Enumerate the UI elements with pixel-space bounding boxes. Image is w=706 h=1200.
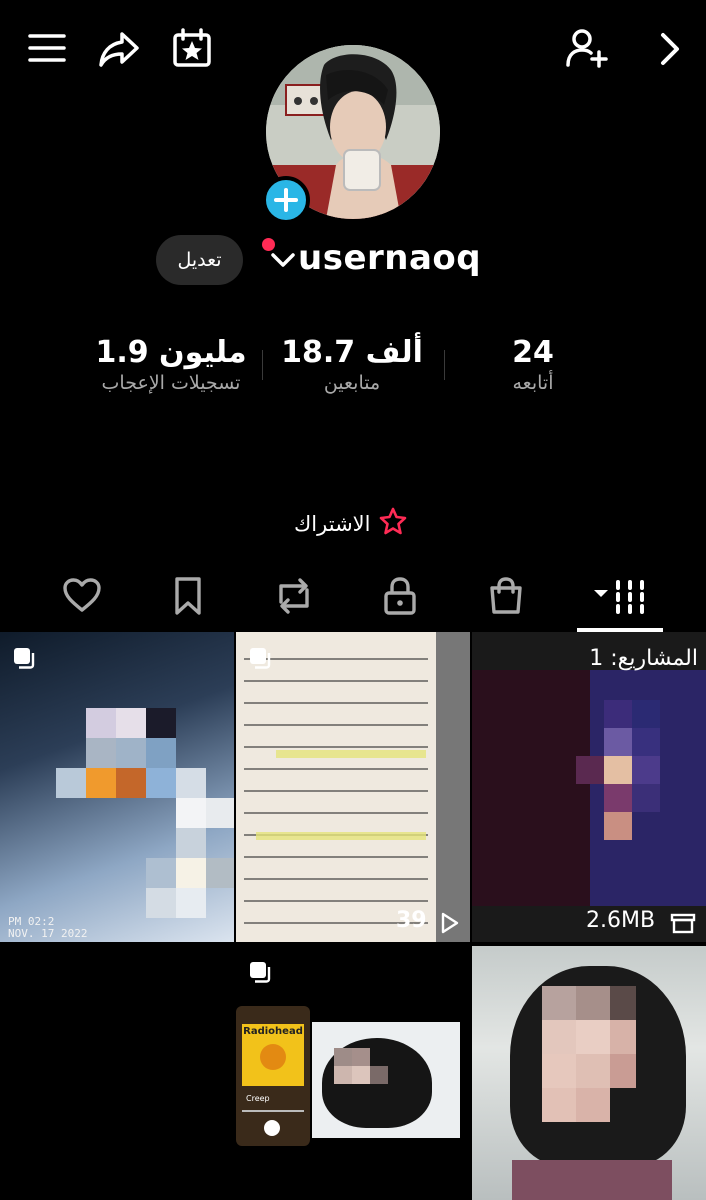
project-thumbnail bbox=[472, 670, 706, 906]
bookmark-icon bbox=[172, 576, 204, 620]
view-count: 39 bbox=[396, 908, 427, 933]
edit-profile-button[interactable]: تعديل bbox=[156, 235, 243, 285]
followers-count: 18.7 ألف bbox=[281, 335, 423, 370]
likes-label: تسجيلات الإعجاب bbox=[101, 372, 241, 394]
multi-photo-icon bbox=[248, 646, 272, 674]
following-label: أتابعه bbox=[512, 372, 554, 394]
grid-icon bbox=[590, 576, 650, 620]
add-story-badge[interactable] bbox=[262, 176, 310, 224]
phone-screenshot: Radiohead Creep bbox=[236, 1006, 310, 1146]
post-tile-empty[interactable] bbox=[0, 946, 234, 1200]
photo-timestamp-date: NOV. 17 2022 bbox=[8, 927, 88, 940]
heart-icon bbox=[62, 576, 102, 620]
post-tile-selfie[interactable] bbox=[472, 946, 706, 1200]
album-art: Radiohead bbox=[242, 1024, 304, 1086]
username[interactable]: usernaoq bbox=[298, 238, 481, 278]
tab-liked[interactable] bbox=[52, 570, 112, 626]
project-size: 2.6MB bbox=[586, 908, 656, 933]
song-title: Creep bbox=[246, 1094, 270, 1103]
lock-icon bbox=[382, 576, 418, 620]
multi-photo-icon bbox=[248, 960, 272, 988]
book-page-image bbox=[236, 632, 436, 942]
followers-label: متابعين bbox=[323, 372, 381, 394]
star-badge-icon bbox=[378, 507, 408, 540]
likes-count: 1.9 مليون bbox=[95, 335, 247, 370]
following-count: 24 bbox=[512, 335, 554, 370]
hair-photo bbox=[312, 1022, 460, 1138]
post-tile-book[interactable]: 39 bbox=[236, 632, 470, 942]
book-edge bbox=[436, 632, 470, 942]
projects-tile[interactable]: المشاريع: 1 2.6MB bbox=[472, 632, 706, 942]
tab-favorites[interactable] bbox=[158, 570, 218, 626]
album-title: Radiohead bbox=[243, 1026, 303, 1037]
followers-stat[interactable]: 18.7 ألف متابعين bbox=[272, 335, 432, 394]
tab-shop[interactable] bbox=[476, 570, 536, 626]
tab-reposts[interactable] bbox=[264, 570, 324, 626]
stat-divider bbox=[262, 350, 263, 380]
shopping-bag-icon bbox=[486, 576, 526, 620]
profile-tabs bbox=[0, 570, 706, 630]
post-tile-music[interactable]: Radiohead Creep bbox=[236, 946, 470, 1200]
following-stat[interactable]: 24 أتابعه bbox=[470, 335, 596, 394]
multi-photo-icon bbox=[12, 646, 36, 674]
photo-timestamp: PM 02:2 NOV. 17 2022 bbox=[8, 916, 87, 940]
hamburger-menu-icon[interactable] bbox=[28, 32, 66, 64]
likes-stat[interactable]: 1.9 مليون تسجيلات الإعجاب bbox=[86, 335, 256, 394]
tab-videos[interactable] bbox=[577, 570, 663, 626]
subscribe-label: الاشتراك bbox=[294, 511, 371, 536]
repost-icon bbox=[273, 576, 315, 620]
stat-divider bbox=[444, 350, 445, 380]
play-icon bbox=[440, 912, 460, 938]
projects-label: المشاريع: 1 bbox=[589, 646, 698, 671]
person-plus-icon[interactable] bbox=[566, 28, 608, 68]
chevron-down-icon[interactable] bbox=[270, 250, 296, 270]
calendar-star-icon[interactable] bbox=[172, 28, 212, 68]
chevron-right-icon[interactable] bbox=[658, 32, 682, 66]
tab-private[interactable] bbox=[370, 570, 430, 626]
archive-icon bbox=[670, 912, 696, 938]
post-tile-portrait[interactable]: PM 02:2 NOV. 17 2022 bbox=[0, 632, 234, 942]
share-arrow-icon[interactable] bbox=[98, 30, 140, 68]
subscribe-link[interactable]: الاشتراك bbox=[294, 507, 408, 540]
